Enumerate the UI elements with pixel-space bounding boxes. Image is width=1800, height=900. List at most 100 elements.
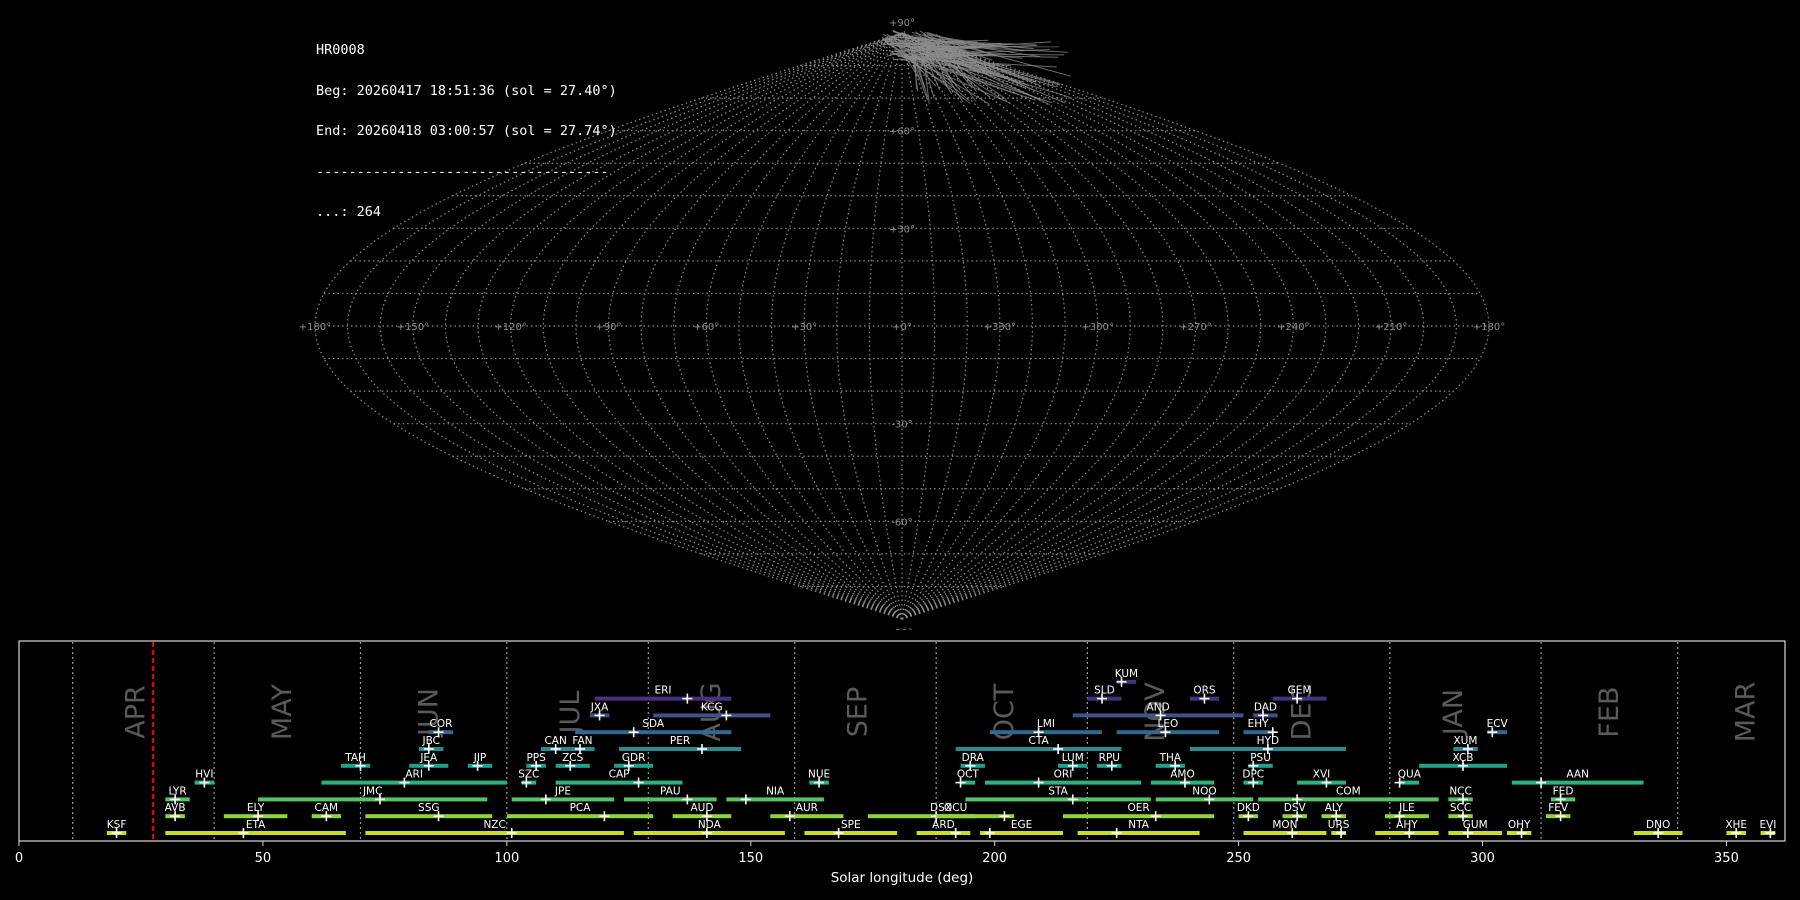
shower-activity-bar [365,831,624,835]
shower-timeline-chart: APR MAY JUN JUL AUG SEP OCT NOV DEC JAN FEB MAR KSF… [15,640,1786,886]
info-box: HR0008 Beg: 20260417 18:51:36 (sol = 27.… [316,17,617,233]
shower-evi: EVI [1759,819,1776,838]
begin-time: Beg: 20260417 18:51:36 (sol = 27.40°) [316,82,617,99]
shower-code-label: AND [1147,701,1170,713]
shower-jip: JIP [467,752,493,771]
shower-code-label: EHY [1248,718,1270,730]
shower-activity-bar [1077,831,1200,835]
shower-code-label: CAM [315,802,339,814]
shower-activity-bar [619,747,742,751]
shower-ari: ARI [321,769,507,788]
shower-code-label: ETA [246,819,266,831]
shower-sld: SLD [1087,685,1122,704]
month-label: SEP [843,687,874,737]
shower-aur: AUR [770,802,844,822]
shower-activity-bar [594,696,732,701]
latitude-label: +30° [889,224,915,235]
shower-activity-bar [575,730,732,735]
shower-code-label: KSF [107,819,127,831]
shower-code-label: NZC [483,819,505,831]
latitude-label: -30° [891,420,912,431]
shower-activity-bar [258,797,488,802]
shower-code-label: JLE [1398,802,1415,814]
longitude-label: +240° [1277,322,1309,333]
shower-nue: NUE [808,769,830,788]
shower-activity-bar [804,831,898,835]
shower-code-label: HYD [1257,735,1279,747]
month-label: MAR [1730,682,1761,743]
shower-activity-bar [1448,831,1503,835]
shower-activity-bar [770,814,844,819]
shower-activity-bar [936,814,976,819]
shower-code-label: ORI [1054,769,1073,781]
shower-zcs: ZCS [555,752,590,771]
shower-cam: CAM [311,802,341,822]
shower-hyd: HYD [1189,735,1346,754]
longitude-label: +0° [892,322,912,333]
longitude-label: +150° [397,322,429,333]
shower-code-label: ALY [1325,802,1344,814]
shower-code-label: GUM [1463,819,1488,831]
shower-activity-bar [653,713,771,718]
shower-activity-bar [984,780,1142,785]
shower-ard: ARD [916,819,971,838]
shower-code-label: NCC [1449,785,1472,797]
shower-code-label: NTA [1128,819,1149,831]
shower-code-label: KCG [701,701,723,713]
shower-activity-bar [321,780,507,785]
month-label: JUL [555,691,586,736]
shower-code-label: DAD [1254,701,1277,713]
shower-code-label: THA [1159,752,1182,764]
shower-code-label: DSV [1284,802,1307,814]
shower-code-label: AUR [796,802,818,814]
x-axis: 0 50 100 150 200 250 300 350 [15,841,1739,866]
station-code: HR0008 [316,42,365,58]
shower-code-label: JPE [554,785,571,797]
longitude-label: +270° [1179,322,1211,333]
shower-activity-bar [506,814,654,819]
shower-dkd: DKD [1237,802,1260,822]
shower-code-label: STA [1048,785,1068,797]
shower-code-label: ERI [654,685,671,697]
x-tick-label: 150 [738,851,763,866]
shower-code-label: JXA [590,701,609,713]
shower-code-label: RPU [1099,752,1120,764]
longitude-label: +330° [984,322,1016,333]
meteor-count: ...: 264 [316,204,382,220]
shower-code-label: HVI [195,769,213,781]
shower-layer: KSF ETA NZC NDA SPE ARD EGE NTA MON URS AHY GUM OHY D… [107,668,1776,838]
shower-code-label: CAP [609,769,630,781]
longitude-label: +180° [1473,322,1505,333]
shower-aan: AAN [1511,769,1644,788]
shower-code-label: MON [1272,819,1297,831]
shower-xhe: XHE [1725,819,1747,838]
shower-code-label: TAH [344,752,366,764]
shower-code-label: SLD [1094,685,1115,697]
latitude-label: +90° [889,18,915,29]
shower-eta: ETA [165,819,346,838]
x-tick-label: 300 [1470,851,1495,866]
end-time: End: 20260418 03:00:57 (sol = 27.74°) [316,123,617,139]
meridian-line [901,32,1327,620]
shower-activity-bar [511,797,615,802]
shower-code-label: GEM [1288,685,1312,697]
shower-code-label: FED [1553,785,1574,797]
x-tick-label: 50 [255,851,272,866]
shower-avb: AVB [165,802,186,822]
shower-dpc: DPC [1242,769,1264,788]
shower-code-label: DRA [962,752,985,764]
shower-code-label: OHY [1508,819,1531,831]
shower-spe: SPE [804,819,898,838]
latitude-label: +60° [889,127,915,138]
shower-ors: ORS [1189,685,1220,704]
shower-code-label: AUD [690,802,713,814]
latitude-label: -60° [891,517,912,528]
x-tick-label: 350 [1714,851,1739,866]
shower-code-label: SSG [418,802,439,814]
shower-code-label: AAN [1566,769,1589,781]
shower-activity-bar [165,831,346,835]
shower-code-label: PER [670,735,690,747]
shower-code-label: XHE [1725,819,1747,831]
shower-activity-bar [955,747,1122,751]
shower-activity-bar [623,797,717,802]
